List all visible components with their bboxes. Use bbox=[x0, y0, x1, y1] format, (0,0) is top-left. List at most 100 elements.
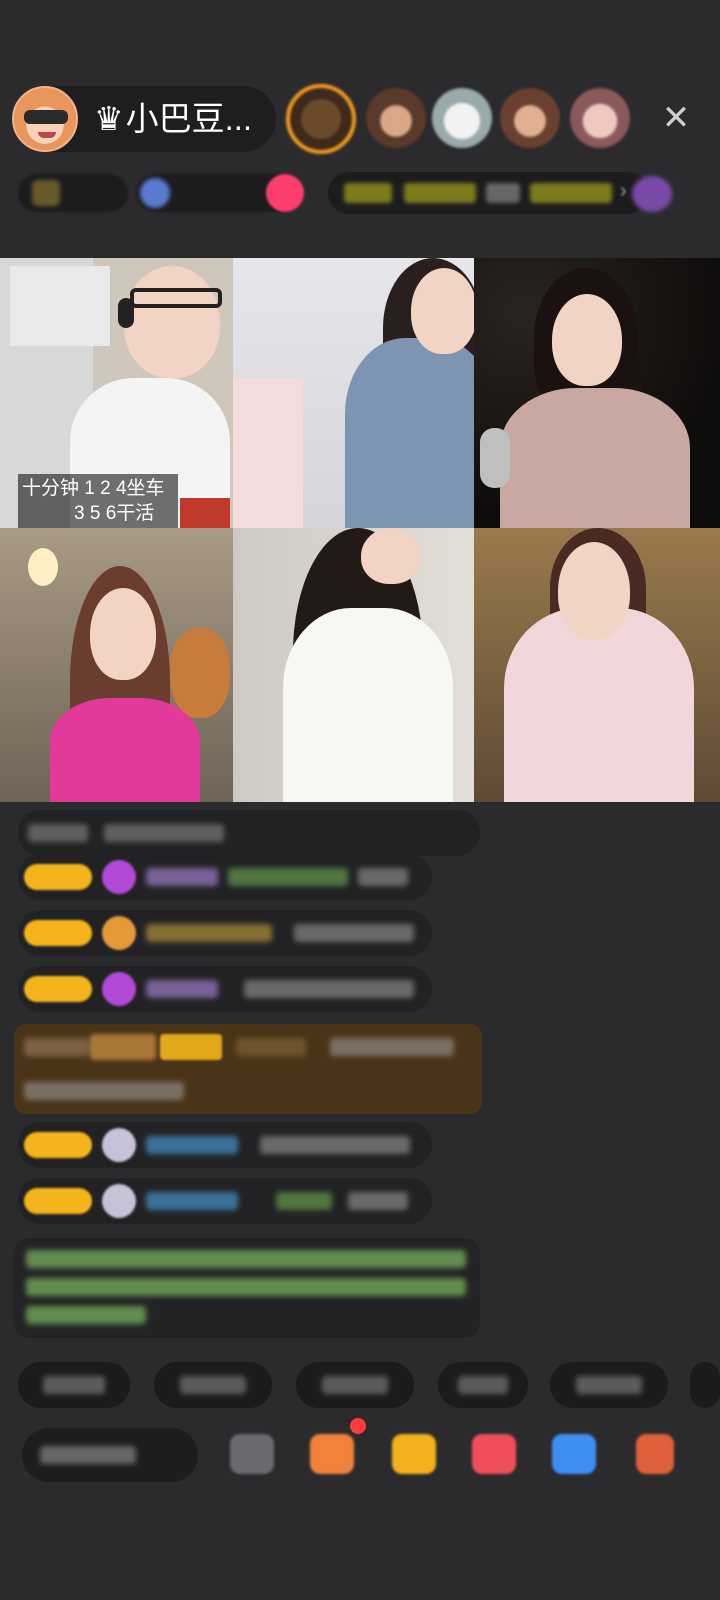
chat-message-4[interactable] bbox=[18, 966, 432, 1012]
chevron-right-icon: › bbox=[620, 180, 627, 202]
caption-line-2: 3 5 6干活 bbox=[74, 503, 155, 524]
close-icon[interactable]: ✕ bbox=[654, 96, 698, 140]
desk-item bbox=[180, 498, 230, 528]
emoji-icon[interactable] bbox=[230, 1434, 274, 1474]
glasses-icon bbox=[130, 288, 222, 308]
streamer-body bbox=[345, 338, 474, 528]
streamer-head bbox=[361, 528, 421, 584]
notification-dot bbox=[350, 1418, 366, 1434]
headset-icon bbox=[118, 298, 134, 328]
crown-icon: ♛ bbox=[94, 100, 124, 137]
chat-text bbox=[228, 868, 348, 886]
rank-pill[interactable]: › bbox=[328, 172, 648, 214]
game-icon[interactable] bbox=[552, 1434, 596, 1474]
gift-message-banner[interactable] bbox=[14, 1024, 482, 1114]
host-name-text: 小巴豆... bbox=[125, 100, 253, 137]
diamond-icon bbox=[102, 972, 136, 1006]
quick-reply-5[interactable] bbox=[550, 1362, 668, 1408]
wall-art bbox=[10, 266, 110, 346]
video-tile-5[interactable] bbox=[233, 528, 474, 802]
video-tile-2[interactable] bbox=[233, 258, 474, 528]
quick-reply-1[interactable] bbox=[18, 1362, 130, 1408]
microphone-icon bbox=[480, 428, 510, 488]
teddy-bear-decor bbox=[170, 628, 230, 718]
level-badge bbox=[24, 864, 92, 890]
avatar-mouth bbox=[38, 132, 56, 138]
gift-text bbox=[24, 1038, 90, 1056]
chat-text bbox=[294, 924, 414, 942]
red-packet-icon[interactable] bbox=[472, 1434, 516, 1474]
video-tile-1[interactable]: 十分钟 1 2 4坐车 3 5 6干活 bbox=[0, 258, 233, 528]
streamer-body bbox=[50, 698, 200, 802]
chat-message-2[interactable] bbox=[18, 854, 432, 900]
viewer-avatar-4[interactable] bbox=[500, 88, 560, 148]
system-notice bbox=[14, 1238, 480, 1338]
video-tile-3[interactable] bbox=[474, 258, 720, 528]
level-badge bbox=[24, 920, 92, 946]
gift-text bbox=[330, 1038, 454, 1056]
shop-icon[interactable] bbox=[310, 1434, 354, 1474]
viewer-avatar-3[interactable] bbox=[432, 88, 492, 148]
quick-reply-text bbox=[42, 1376, 106, 1394]
caption-line-1: 十分钟 1 2 4坐车 bbox=[22, 478, 165, 499]
chat-input-placeholder bbox=[40, 1446, 136, 1464]
streamer-head bbox=[411, 268, 474, 354]
streamer-head bbox=[552, 294, 622, 386]
video-tile-4[interactable] bbox=[0, 528, 233, 802]
chat-username bbox=[146, 980, 218, 998]
more-icon[interactable] bbox=[632, 176, 672, 212]
video-caption: 十分钟 1 2 4坐车 3 5 6干活 bbox=[18, 474, 178, 528]
follow-button[interactable] bbox=[266, 174, 304, 212]
streamer-head bbox=[558, 542, 630, 640]
gift-tag bbox=[90, 1034, 156, 1060]
streamer-body bbox=[500, 388, 690, 528]
chat-username bbox=[146, 924, 272, 942]
chat-input[interactable] bbox=[22, 1428, 198, 1482]
viewer-avatar-2[interactable] bbox=[366, 88, 426, 148]
chat-message-3[interactable] bbox=[18, 910, 432, 956]
viewer-avatar-5[interactable] bbox=[570, 88, 630, 148]
chat-message-6[interactable] bbox=[18, 1178, 432, 1224]
rank-tag-2 bbox=[404, 183, 476, 203]
quick-reply-4[interactable] bbox=[438, 1362, 528, 1408]
chat-text bbox=[244, 980, 414, 998]
quick-reply-2[interactable] bbox=[154, 1362, 272, 1408]
quick-reply-3[interactable] bbox=[296, 1362, 414, 1408]
medal-icon bbox=[102, 916, 136, 950]
chat-text bbox=[358, 868, 408, 886]
fans-club-icon[interactable] bbox=[32, 180, 60, 206]
gift-box-icon[interactable] bbox=[392, 1434, 436, 1474]
rank-tag-3 bbox=[486, 183, 520, 203]
chat-message-1[interactable] bbox=[18, 810, 480, 856]
level-badge bbox=[24, 976, 92, 1002]
popularity-icon bbox=[140, 178, 170, 208]
video-tile-6[interactable] bbox=[474, 528, 720, 802]
video-grid: 十分钟 1 2 4坐车 3 5 6干活 bbox=[0, 258, 720, 802]
gift-badge bbox=[160, 1034, 222, 1060]
chat-username bbox=[146, 1136, 238, 1154]
quick-reply-6[interactable] bbox=[690, 1362, 720, 1408]
rank-tag-1 bbox=[344, 183, 392, 203]
system-text-line-3 bbox=[26, 1306, 146, 1324]
streamer-head bbox=[124, 266, 220, 378]
quick-reply-text bbox=[321, 1376, 389, 1394]
streamer-head bbox=[90, 588, 156, 680]
stream-info-row: › bbox=[18, 168, 688, 218]
chat-text bbox=[104, 824, 224, 842]
viewer-avatar-1[interactable] bbox=[286, 84, 356, 154]
system-text-line-2 bbox=[26, 1278, 466, 1296]
host-info-pill[interactable]: ♛小巴豆... bbox=[12, 86, 276, 152]
level-badge bbox=[24, 1132, 92, 1158]
chat-text bbox=[276, 1192, 332, 1210]
quick-reply-text bbox=[575, 1376, 643, 1394]
chat-message-5[interactable] bbox=[18, 1122, 432, 1168]
gift-icon[interactable] bbox=[636, 1434, 674, 1474]
host-avatar[interactable] bbox=[12, 86, 78, 152]
chat-text bbox=[28, 824, 88, 842]
gift-text bbox=[24, 1082, 184, 1100]
lamp-decor bbox=[28, 548, 58, 586]
pink-decor bbox=[233, 378, 303, 528]
streamer-body bbox=[283, 608, 453, 802]
user-avatar-icon bbox=[102, 1184, 136, 1218]
user-avatar-icon bbox=[102, 1128, 136, 1162]
